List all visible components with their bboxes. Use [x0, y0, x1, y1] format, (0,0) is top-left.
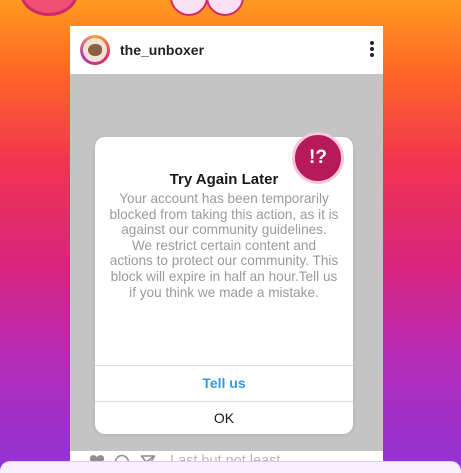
post-username[interactable]: the_unboxer — [120, 42, 204, 58]
post-header: the_unboxer — [70, 26, 383, 74]
more-options-icon[interactable] — [367, 39, 377, 61]
tell-us-button[interactable]: Tell us — [95, 366, 353, 401]
dialog-message-text: Your account has been temporarily blocke… — [109, 191, 339, 300]
bubble-decoration — [206, 0, 244, 16]
instagram-post-card: the_unboxer Try Again Later Your account… — [70, 26, 383, 473]
ok-button[interactable]: OK — [95, 402, 353, 434]
alert-badge-icon: !? — [292, 132, 344, 184]
dialog-message: Your account has been temporarily blocke… — [109, 191, 339, 300]
avatar[interactable] — [80, 35, 110, 65]
bottom-sheet-panel — [0, 461, 461, 473]
top-banner-strip — [0, 0, 461, 18]
post-image: Try Again Later Your account has been te… — [70, 74, 383, 451]
bubble-decoration — [170, 0, 208, 16]
pink-blob-icon — [20, 0, 78, 16]
avatar-image — [83, 38, 107, 62]
